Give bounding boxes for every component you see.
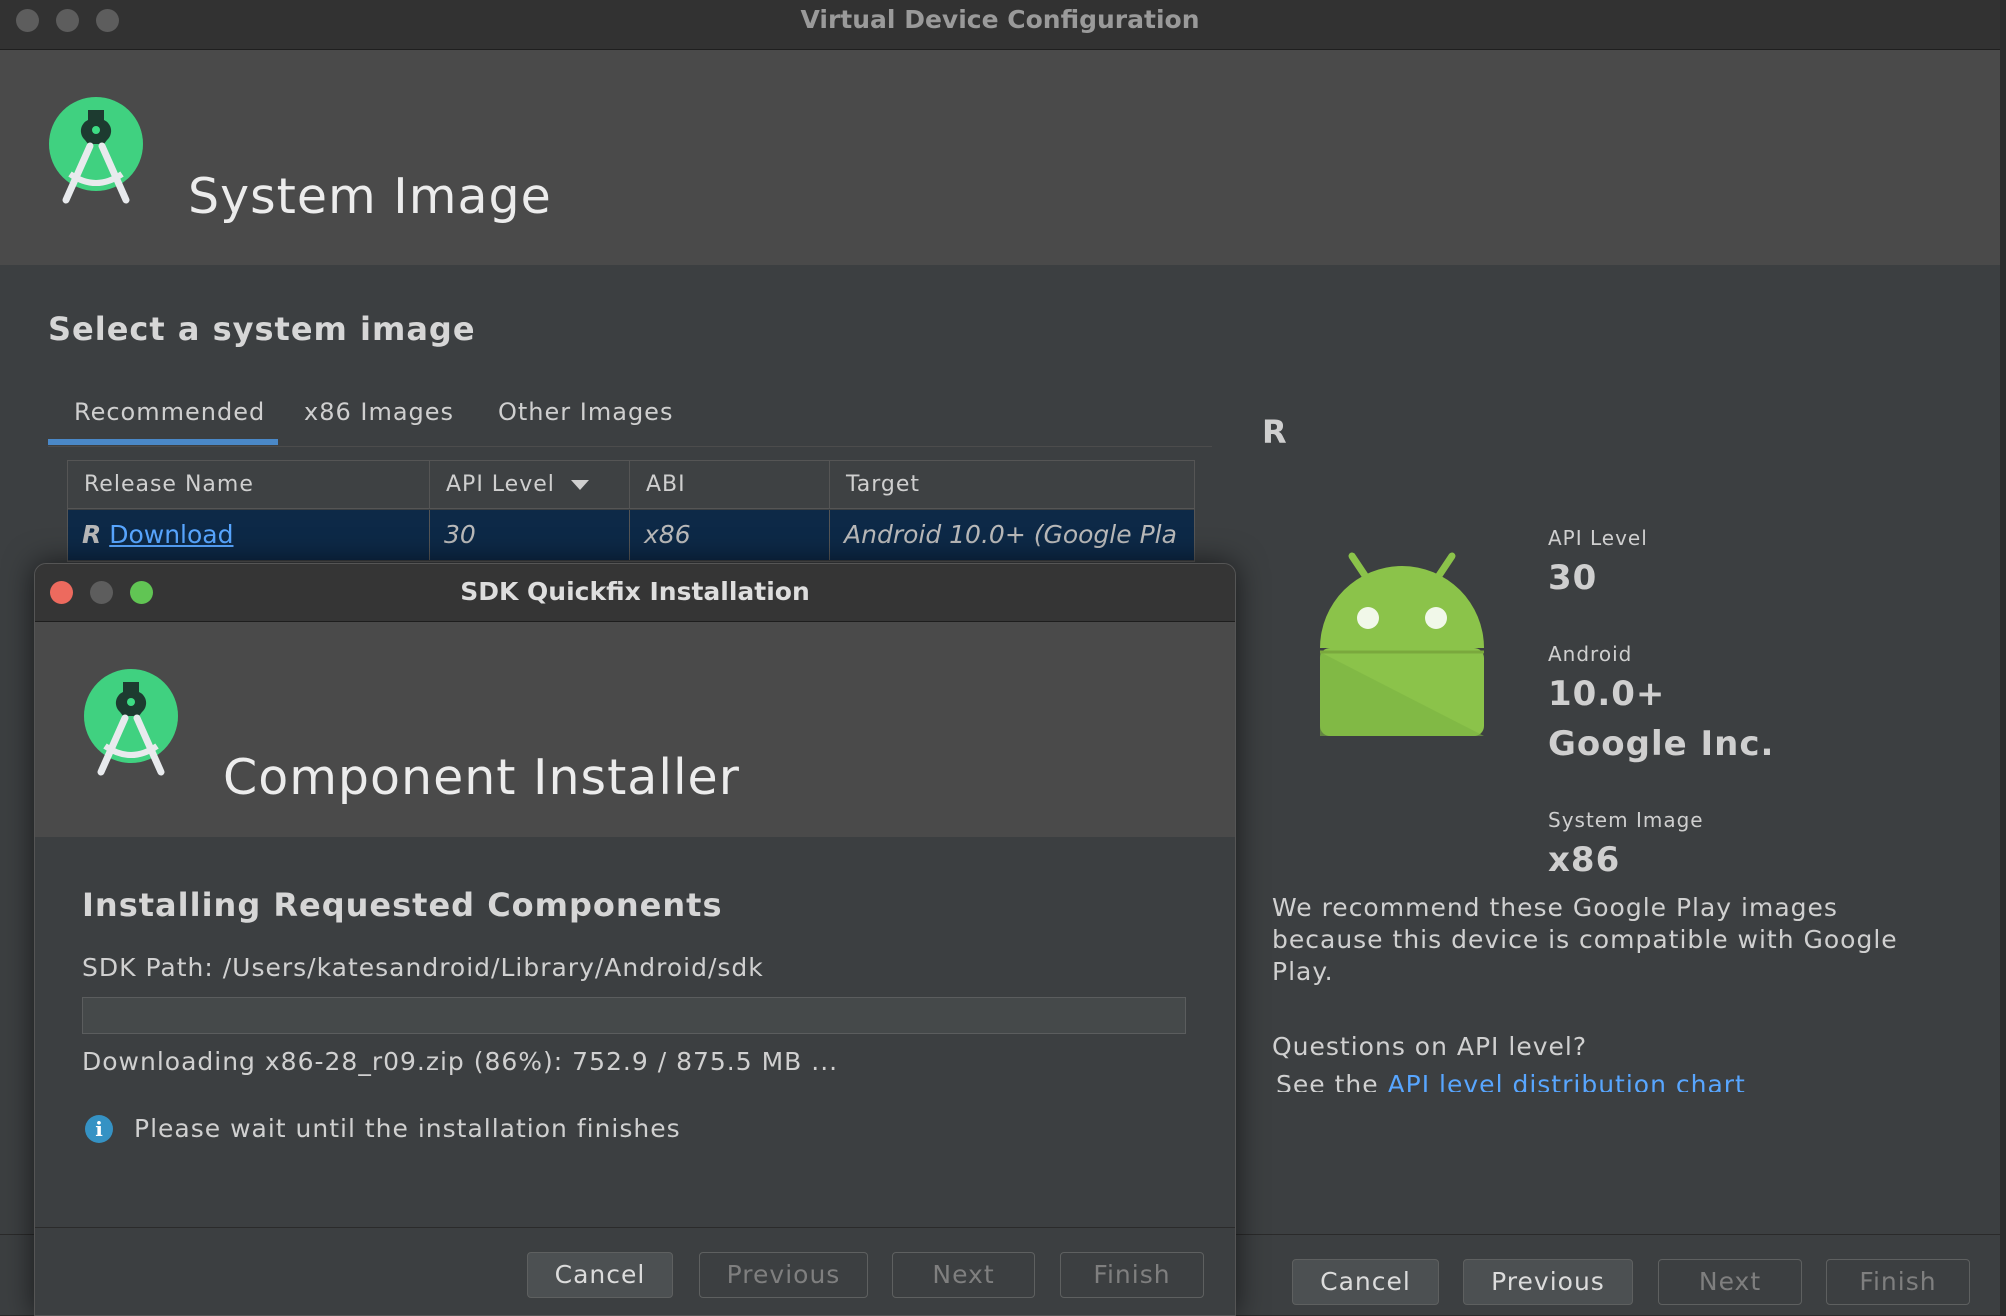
previous-button[interactable]: Previous	[1463, 1259, 1633, 1305]
tab-x86-images[interactable]: x86 Images	[304, 398, 454, 426]
table-cell-api-level[interactable]: 30	[430, 510, 630, 560]
dialog-page-title: Component Installer	[223, 749, 740, 806]
api-questions-text: Questions on API level?	[1272, 1032, 1588, 1061]
download-link[interactable]: Download	[109, 520, 233, 549]
window-title: Virtual Device Configuration	[800, 5, 1200, 34]
sdk-quickfix-installation-dialog: SDK Quickfix Installation Component Inst…	[34, 563, 1236, 1316]
dialog-header: Component Installer	[35, 622, 1235, 837]
download-progress-bar	[82, 997, 1186, 1034]
wait-message: Please wait until the installation finis…	[134, 1114, 681, 1143]
table-row[interactable]: R Download	[68, 510, 430, 560]
info-icon: i	[85, 1115, 113, 1143]
api-level-value: 30	[1548, 558, 1598, 598]
android-version-value: 10.0+	[1548, 674, 1666, 714]
system-image-value: x86	[1548, 840, 1621, 880]
dialog-titlebar: SDK Quickfix Installation	[35, 564, 1235, 622]
release-name-prefix: R	[82, 520, 102, 549]
api-level-label: API Level	[1548, 526, 1648, 550]
dialog-next-button[interactable]: Next	[892, 1252, 1035, 1298]
installing-heading: Installing Requested Components	[82, 886, 723, 924]
dialog-finish-button[interactable]: Finish	[1060, 1252, 1204, 1298]
tab-other-images[interactable]: Other Images	[498, 398, 673, 426]
dialog-cancel-button[interactable]: Cancel	[527, 1252, 673, 1298]
android-studio-logo-icon	[49, 97, 143, 204]
release-name-heading: R	[1262, 413, 1287, 451]
see-the-text: See the	[1276, 1070, 1379, 1092]
wizard-header: System Image	[0, 50, 2000, 265]
table-cell-abi[interactable]: x86	[630, 510, 830, 560]
system-image-label: System Image	[1548, 808, 1704, 832]
column-header-api-level[interactable]: API Level	[430, 461, 630, 509]
image-tabs: Recommended x86 Images Other Images	[48, 390, 1212, 447]
sdk-path-text: SDK Path: /Users/katesandroid/Library/An…	[82, 953, 764, 982]
column-header-abi[interactable]: ABI	[630, 461, 830, 509]
column-header-release-name[interactable]: Release Name	[68, 461, 430, 509]
column-header-api-level-label: API Level	[446, 472, 555, 497]
cancel-button[interactable]: Cancel	[1292, 1259, 1439, 1305]
next-button[interactable]: Next	[1658, 1259, 1802, 1305]
dialog-footer: Cancel Previous Next Finish	[35, 1227, 1235, 1315]
recommendation-text: We recommend these Google Play images be…	[1272, 893, 1898, 986]
active-tab-indicator	[48, 439, 278, 445]
section-heading: Select a system image	[48, 310, 476, 348]
finish-button[interactable]: Finish	[1826, 1259, 1970, 1305]
sort-descending-icon	[570, 480, 589, 490]
api-chart-line: See the API level distribution chart	[1272, 1068, 1972, 1092]
table-cell-target[interactable]: Android 10.0+ (Google Pla	[830, 510, 1194, 560]
tab-recommended[interactable]: Recommended	[74, 398, 265, 426]
android-studio-logo-icon	[84, 669, 178, 776]
dialog-title: SDK Quickfix Installation	[460, 577, 810, 606]
android-robot-icon	[1320, 552, 1484, 736]
main-titlebar: Virtual Device Configuration	[0, 0, 2000, 50]
android-label: Android	[1548, 642, 1633, 666]
dialog-previous-button[interactable]: Previous	[699, 1252, 868, 1298]
wizard-page-title: System Image	[188, 168, 552, 225]
vendor-value: Google Inc.	[1548, 724, 1775, 764]
column-header-target[interactable]: Target	[830, 461, 1194, 509]
system-image-table: Release Name API Level ABI Target R Down…	[67, 460, 1195, 562]
api-level-distribution-chart-link[interactable]: API level distribution chart	[1388, 1070, 1746, 1092]
download-status-text: Downloading x86-28_r09.zip (86%): 752.9 …	[82, 1047, 839, 1076]
